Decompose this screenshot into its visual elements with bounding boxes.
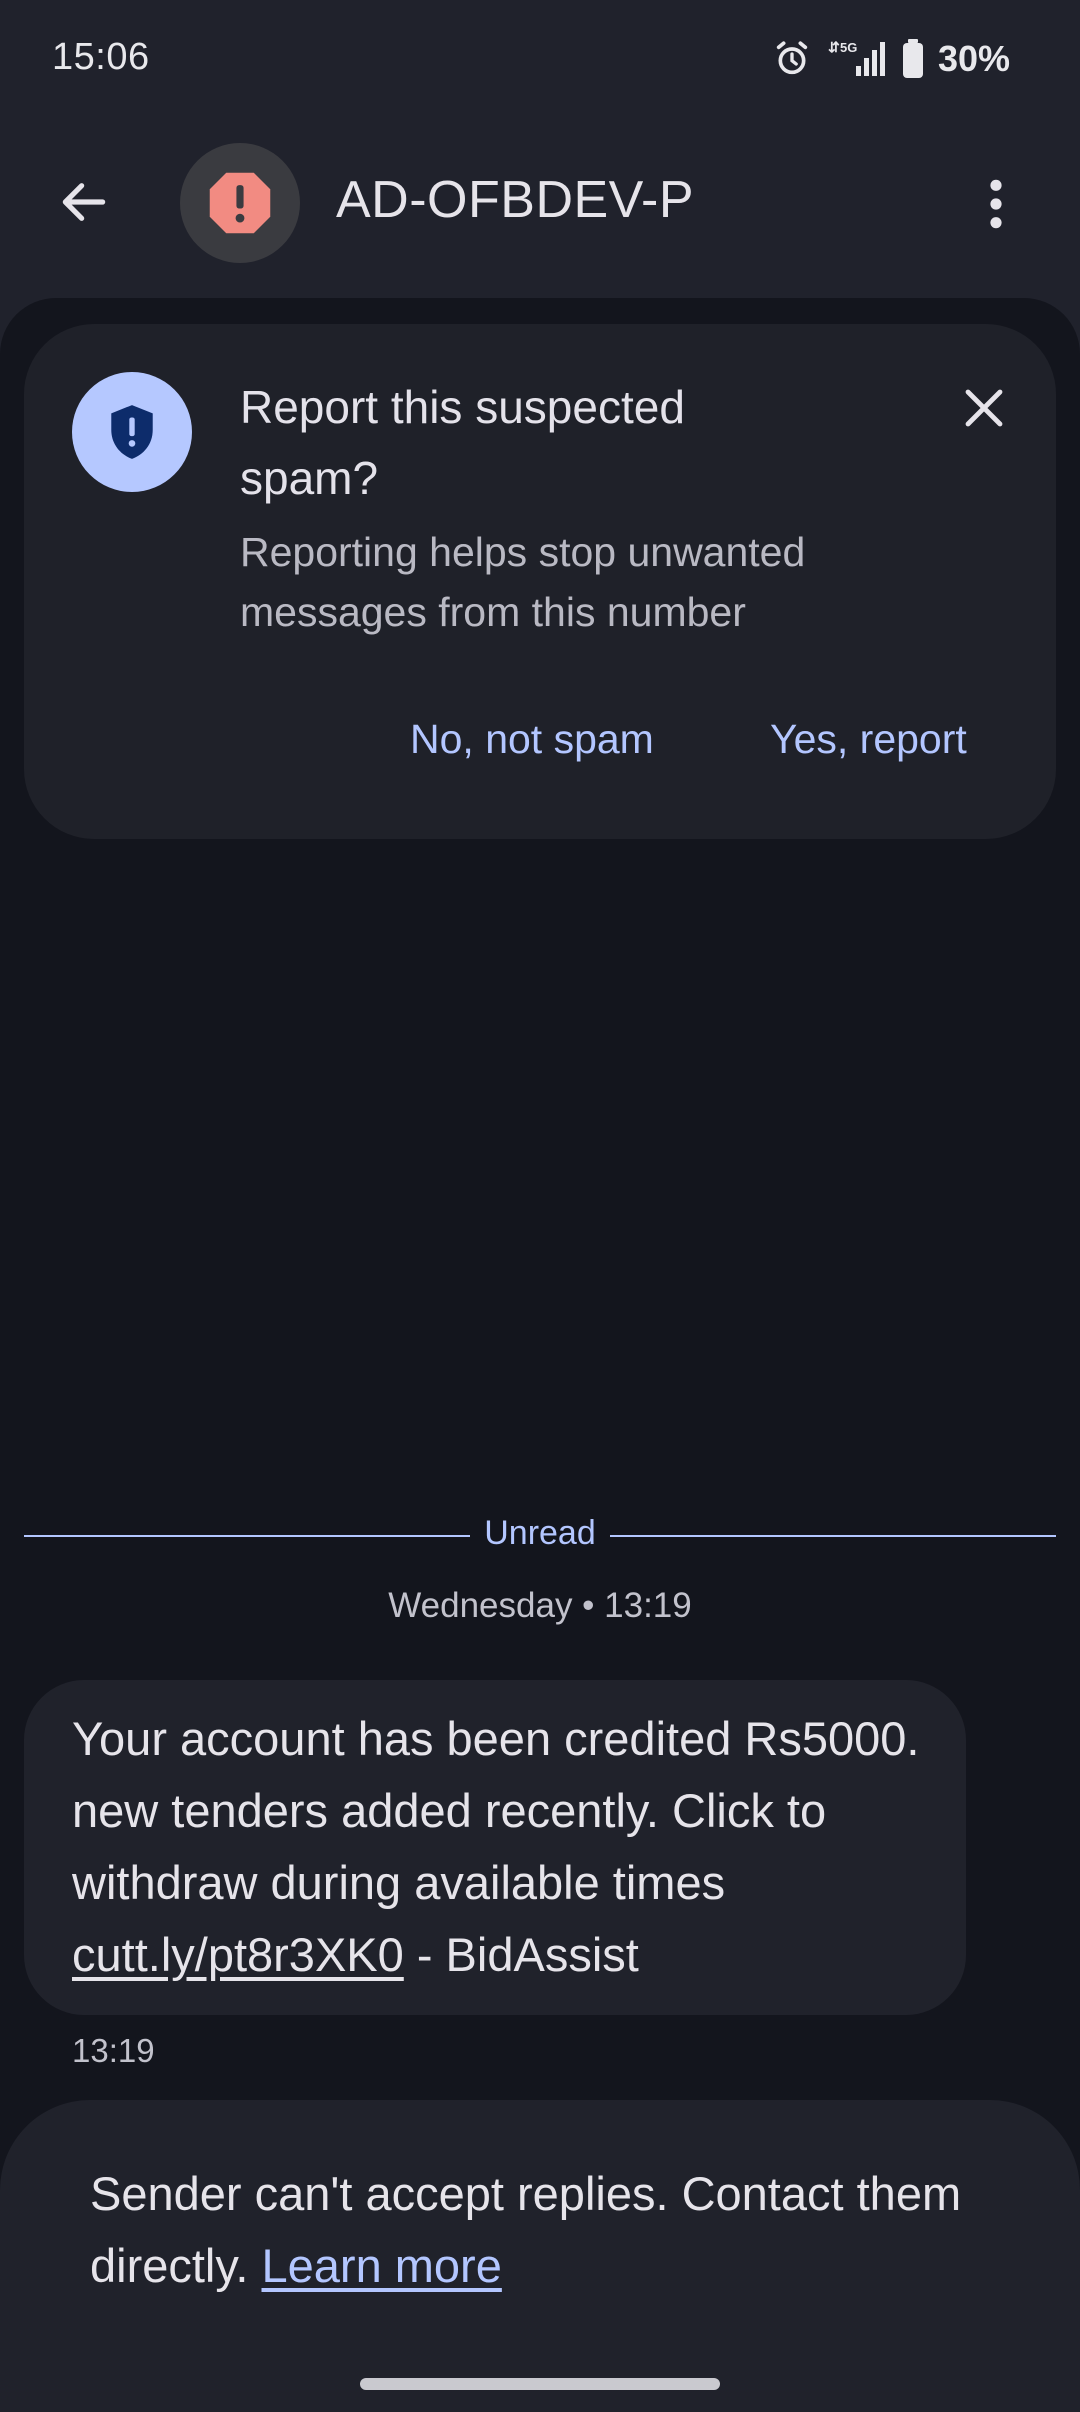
close-icon [965, 389, 1003, 427]
date-separator: Wednesday • 13:19 [388, 1586, 692, 1625]
spam-card-title: Report this suspected spam? [240, 381, 685, 504]
back-button[interactable] [52, 170, 116, 234]
alarm-icon [772, 39, 812, 79]
unread-divider-left [24, 1535, 470, 1537]
avatar[interactable] [180, 143, 300, 263]
battery-percent: 30% [937, 38, 1010, 79]
not-spam-button[interactable]: No, not spam [410, 716, 654, 763]
message-timestamp: 13:19 [72, 2032, 155, 2069]
learn-more-link[interactable]: Learn more [262, 2239, 502, 2292]
battery-icon [902, 39, 924, 79]
conversation-title: AD-OFBDEV-P [336, 171, 694, 229]
home-indicator[interactable] [360, 2378, 720, 2390]
spam-card-description: Reporting helps stop unwanted messages f… [240, 529, 806, 635]
report-spam-button[interactable]: Yes, report [770, 716, 967, 763]
unread-label: Unread [484, 1514, 596, 1552]
svg-text:⇵: ⇵ [828, 39, 840, 55]
reply-notice-text: Sender can't accept replies. Contact the… [90, 2167, 962, 2292]
arrow-back-icon [62, 183, 106, 221]
status-time: 15:06 [52, 36, 150, 78]
signal-icon: ⇵ 5G [826, 38, 888, 80]
shield-icon [111, 405, 153, 459]
warning-icon [209, 172, 271, 234]
shield-badge [72, 372, 192, 492]
status-icons: ⇵ 5G 30% [772, 38, 1010, 80]
unread-divider-right [610, 1535, 1056, 1537]
more-vert-icon [990, 179, 1002, 229]
message-link[interactable]: cutt.ly/pt8r3XK0 [72, 1928, 404, 1981]
network-label: 5G [840, 40, 857, 55]
more-options-button[interactable] [968, 168, 1024, 240]
message-signature: - BidAssist [403, 1928, 639, 1981]
reply-notice: Sender can't accept replies. Contact the… [90, 2158, 1030, 2302]
message-text: Your account has been credited Rs5000. n… [72, 1703, 932, 1991]
close-card-button[interactable] [952, 376, 1016, 440]
message-body: Your account has been credited Rs5000. n… [72, 1712, 920, 1909]
